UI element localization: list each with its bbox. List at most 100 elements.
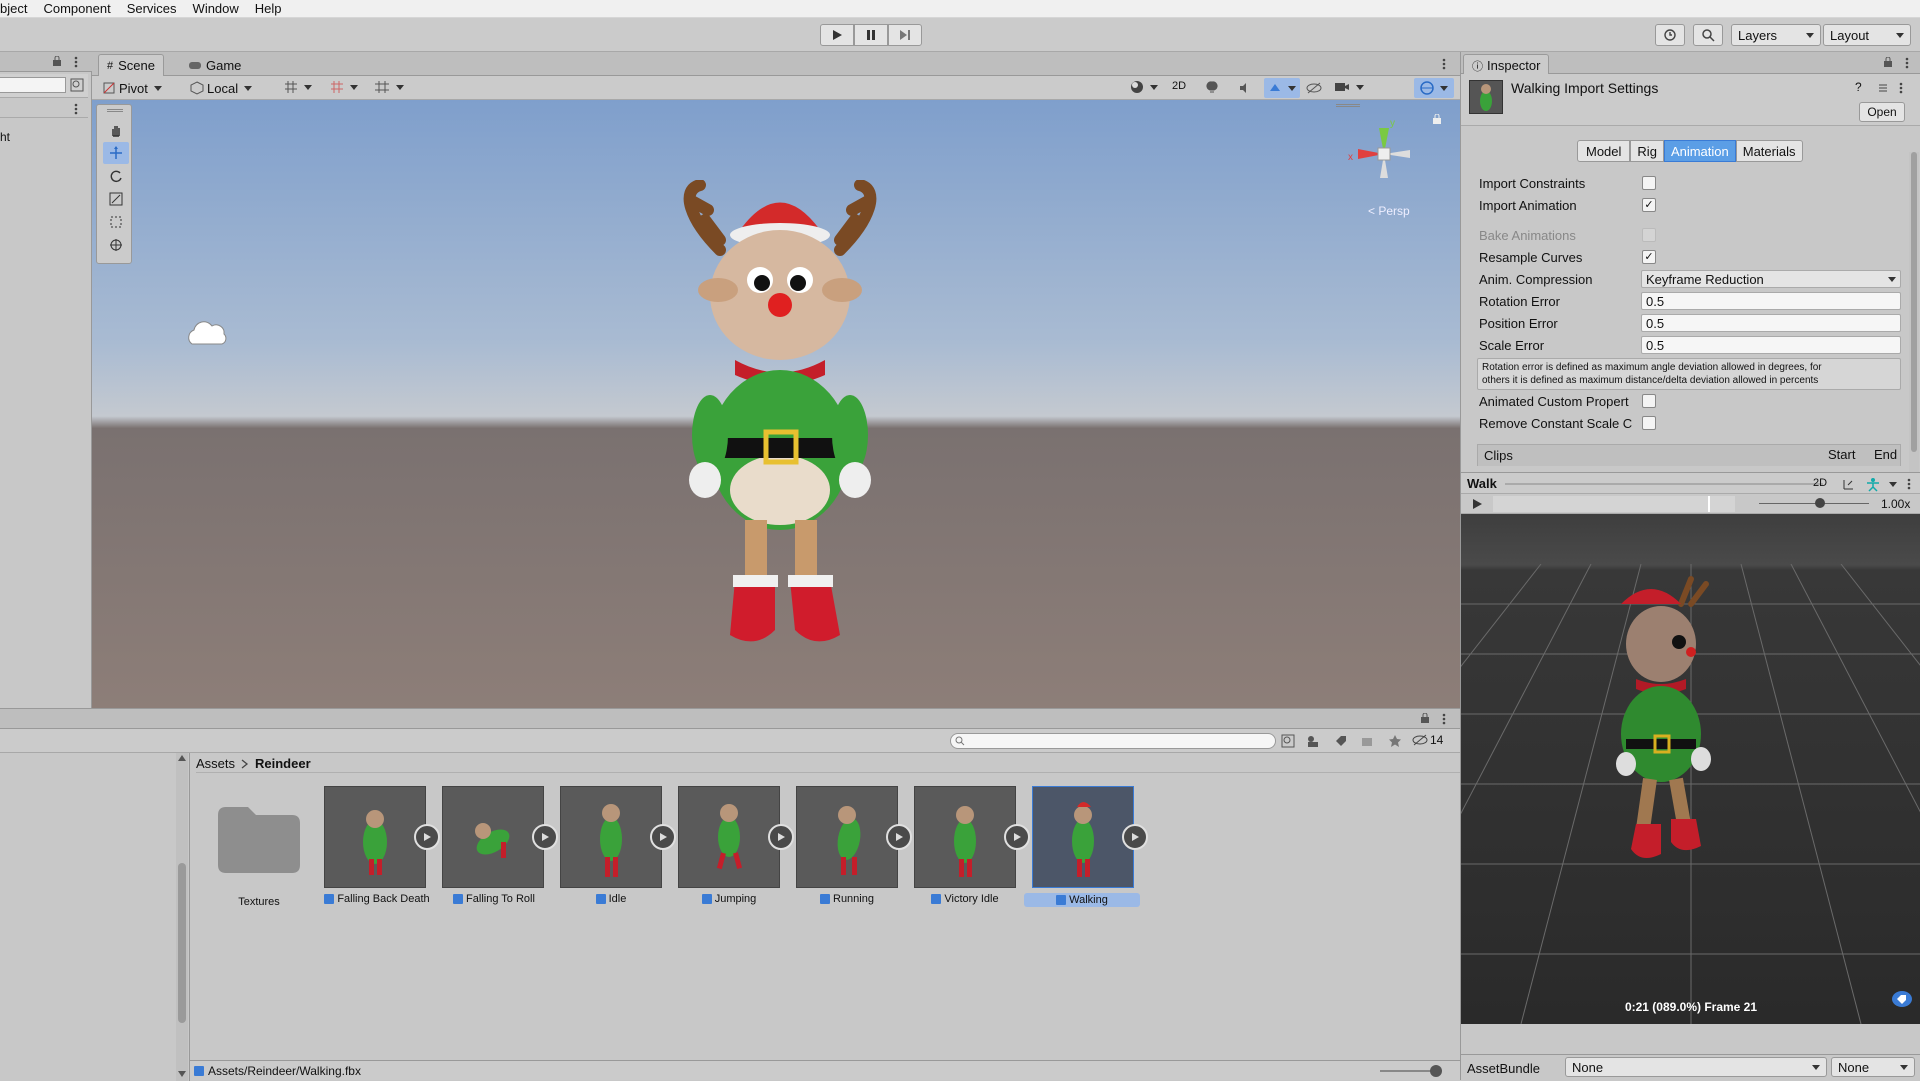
asset-label[interactable]: Jumping	[676, 893, 782, 905]
projection-label[interactable]: < Persp	[1368, 204, 1410, 218]
scrollbar-thumb[interactable]	[178, 863, 186, 1023]
lock-icon[interactable]	[1432, 114, 1442, 124]
local-dropdown[interactable]: Local	[190, 80, 253, 96]
anim-compression-dropdown[interactable]: Keyframe Reduction	[1641, 270, 1901, 288]
scene-orientation-gizmo[interactable]: y x	[1344, 114, 1424, 198]
folder-tree-scrollbar[interactable]	[176, 753, 188, 1081]
menu-component[interactable]: Component	[43, 1, 110, 16]
rotate-tool[interactable]	[103, 165, 129, 187]
search-by-label-icon[interactable]	[1306, 734, 1320, 748]
breadcrumb-assets[interactable]: Assets	[196, 756, 235, 771]
gizmos-toggle[interactable]	[1414, 78, 1454, 98]
timeline-playhead[interactable]	[1708, 496, 1711, 512]
step-button[interactable]	[888, 24, 922, 46]
resample-curves-checkbox[interactable]: ✓	[1642, 250, 1656, 264]
import-constraints-checkbox[interactable]	[1642, 176, 1656, 190]
playback-speed-track[interactable]	[1759, 503, 1869, 504]
scale-error-field[interactable]: 0.5	[1641, 336, 1901, 354]
asset-label[interactable]: Running	[794, 893, 900, 905]
pivot-display-icon[interactable]	[1841, 477, 1855, 491]
visibility-icon[interactable]	[1306, 81, 1322, 95]
playback-speed-handle[interactable]	[1814, 498, 1825, 508]
play-preview-button[interactable]	[1122, 824, 1148, 850]
kebab-menu-icon[interactable]	[1899, 82, 1903, 94]
kebab-menu-icon[interactable]	[1905, 57, 1909, 69]
play-preview-button[interactable]	[532, 824, 558, 850]
asset-label[interactable]: Victory Idle	[912, 893, 1018, 905]
search-by-type-icon[interactable]	[1281, 734, 1295, 748]
hidden-packages-toggle[interactable]: 14	[1412, 733, 1443, 747]
hierarchy-item[interactable]: ht	[0, 130, 10, 144]
project-search-input[interactable]	[950, 733, 1276, 749]
animated-custom-properties-checkbox[interactable]	[1642, 394, 1656, 408]
kebab-menu-icon[interactable]	[1442, 713, 1446, 725]
preset-icon[interactable]	[1877, 82, 1889, 94]
lock-icon[interactable]	[1420, 713, 1430, 723]
search-button[interactable]	[1693, 24, 1723, 46]
hierarchy-search-input[interactable]	[0, 77, 66, 93]
asset-thumbnail[interactable]	[560, 786, 662, 888]
asset-thumbnail-selected[interactable]	[1032, 786, 1134, 888]
tab-scene[interactable]: # Scene	[98, 54, 164, 76]
drag-handle[interactable]	[107, 109, 123, 112]
open-button[interactable]: Open	[1859, 102, 1905, 122]
tab-game[interactable]: Game	[180, 54, 249, 76]
play-preview-button[interactable]	[1004, 824, 1030, 850]
asset-label[interactable]: Falling Back Death	[318, 893, 436, 905]
scroll-down-icon[interactable]	[178, 1071, 186, 1077]
menu-window[interactable]: Window	[193, 1, 239, 16]
asset-thumbnail[interactable]	[324, 786, 426, 888]
lighting-icon[interactable]	[1206, 81, 1218, 95]
audio-icon[interactable]	[1238, 81, 1252, 95]
inspector-scrollbar[interactable]	[1909, 152, 1919, 512]
tab-inspector[interactable]: ⓘ Inspector	[1463, 54, 1550, 76]
pivot-dropdown[interactable]: Pivot	[102, 80, 162, 96]
asset-bundle-variant-dropdown[interactable]: None	[1831, 1057, 1915, 1077]
asset-label-tag-icon[interactable]	[1891, 990, 1913, 1008]
menu-services[interactable]: Services	[127, 1, 177, 16]
favorite-star-icon[interactable]	[1388, 734, 1402, 748]
asset-bundle-dropdown[interactable]: None	[1565, 1057, 1827, 1077]
layers-dropdown[interactable]: Layers	[1731, 24, 1821, 46]
menu-object[interactable]: bject	[0, 1, 27, 16]
rect-tool[interactable]	[103, 211, 129, 233]
increment-snap-dropdown[interactable]	[330, 80, 358, 94]
gizmo-drag-handle[interactable]	[1336, 104, 1360, 107]
asset-thumbnail[interactable]	[678, 786, 780, 888]
play-preview-button[interactable]	[650, 824, 676, 850]
scrollbar-thumb[interactable]	[1911, 152, 1917, 452]
hand-tool[interactable]	[103, 119, 129, 141]
asset-label-selected[interactable]: Walking	[1024, 893, 1140, 907]
play-button[interactable]	[820, 24, 854, 46]
kebab-menu-icon[interactable]	[74, 56, 78, 68]
thumbnail-size-slider-handle[interactable]	[1430, 1065, 1442, 1077]
rotation-error-field[interactable]: 0.5	[1641, 292, 1901, 310]
asset-thumbnail[interactable]	[914, 786, 1016, 888]
layout-dropdown[interactable]: Layout	[1823, 24, 1911, 46]
tab-rig[interactable]: Rig	[1630, 140, 1664, 162]
asset-thumbnail[interactable]	[442, 786, 544, 888]
kebab-menu-icon[interactable]	[1442, 58, 1446, 70]
avatar-preview-icon[interactable]	[1865, 476, 1881, 492]
grid-snap-dropdown[interactable]	[284, 80, 312, 94]
play-preview-button[interactable]	[768, 824, 794, 850]
scroll-up-icon[interactable]	[178, 755, 186, 761]
tab-animation[interactable]: Animation	[1663, 140, 1736, 162]
kebab-menu-icon[interactable]	[1907, 478, 1911, 490]
lock-icon[interactable]	[1883, 57, 1893, 67]
preview-timeline[interactable]	[1493, 496, 1735, 512]
chevron-down-icon[interactable]	[1889, 482, 1897, 487]
scale-tool[interactable]	[103, 188, 129, 210]
tag-icon[interactable]	[1334, 734, 1348, 748]
import-animation-checkbox[interactable]: ✓	[1642, 198, 1656, 212]
grid-plane-dropdown[interactable]	[374, 80, 404, 94]
menu-help[interactable]: Help	[255, 1, 282, 16]
kebab-menu-icon[interactable]	[74, 103, 78, 115]
reindeer-character[interactable]	[650, 180, 910, 680]
breadcrumb-reindeer[interactable]: Reindeer	[255, 756, 311, 771]
preview-2d-toggle[interactable]: 2D	[1813, 477, 1827, 489]
camera-dropdown[interactable]	[1334, 80, 1364, 94]
help-icon[interactable]: ?	[1855, 80, 1862, 94]
remove-constant-scale-checkbox[interactable]	[1642, 416, 1656, 430]
move-tool[interactable]	[103, 142, 129, 164]
